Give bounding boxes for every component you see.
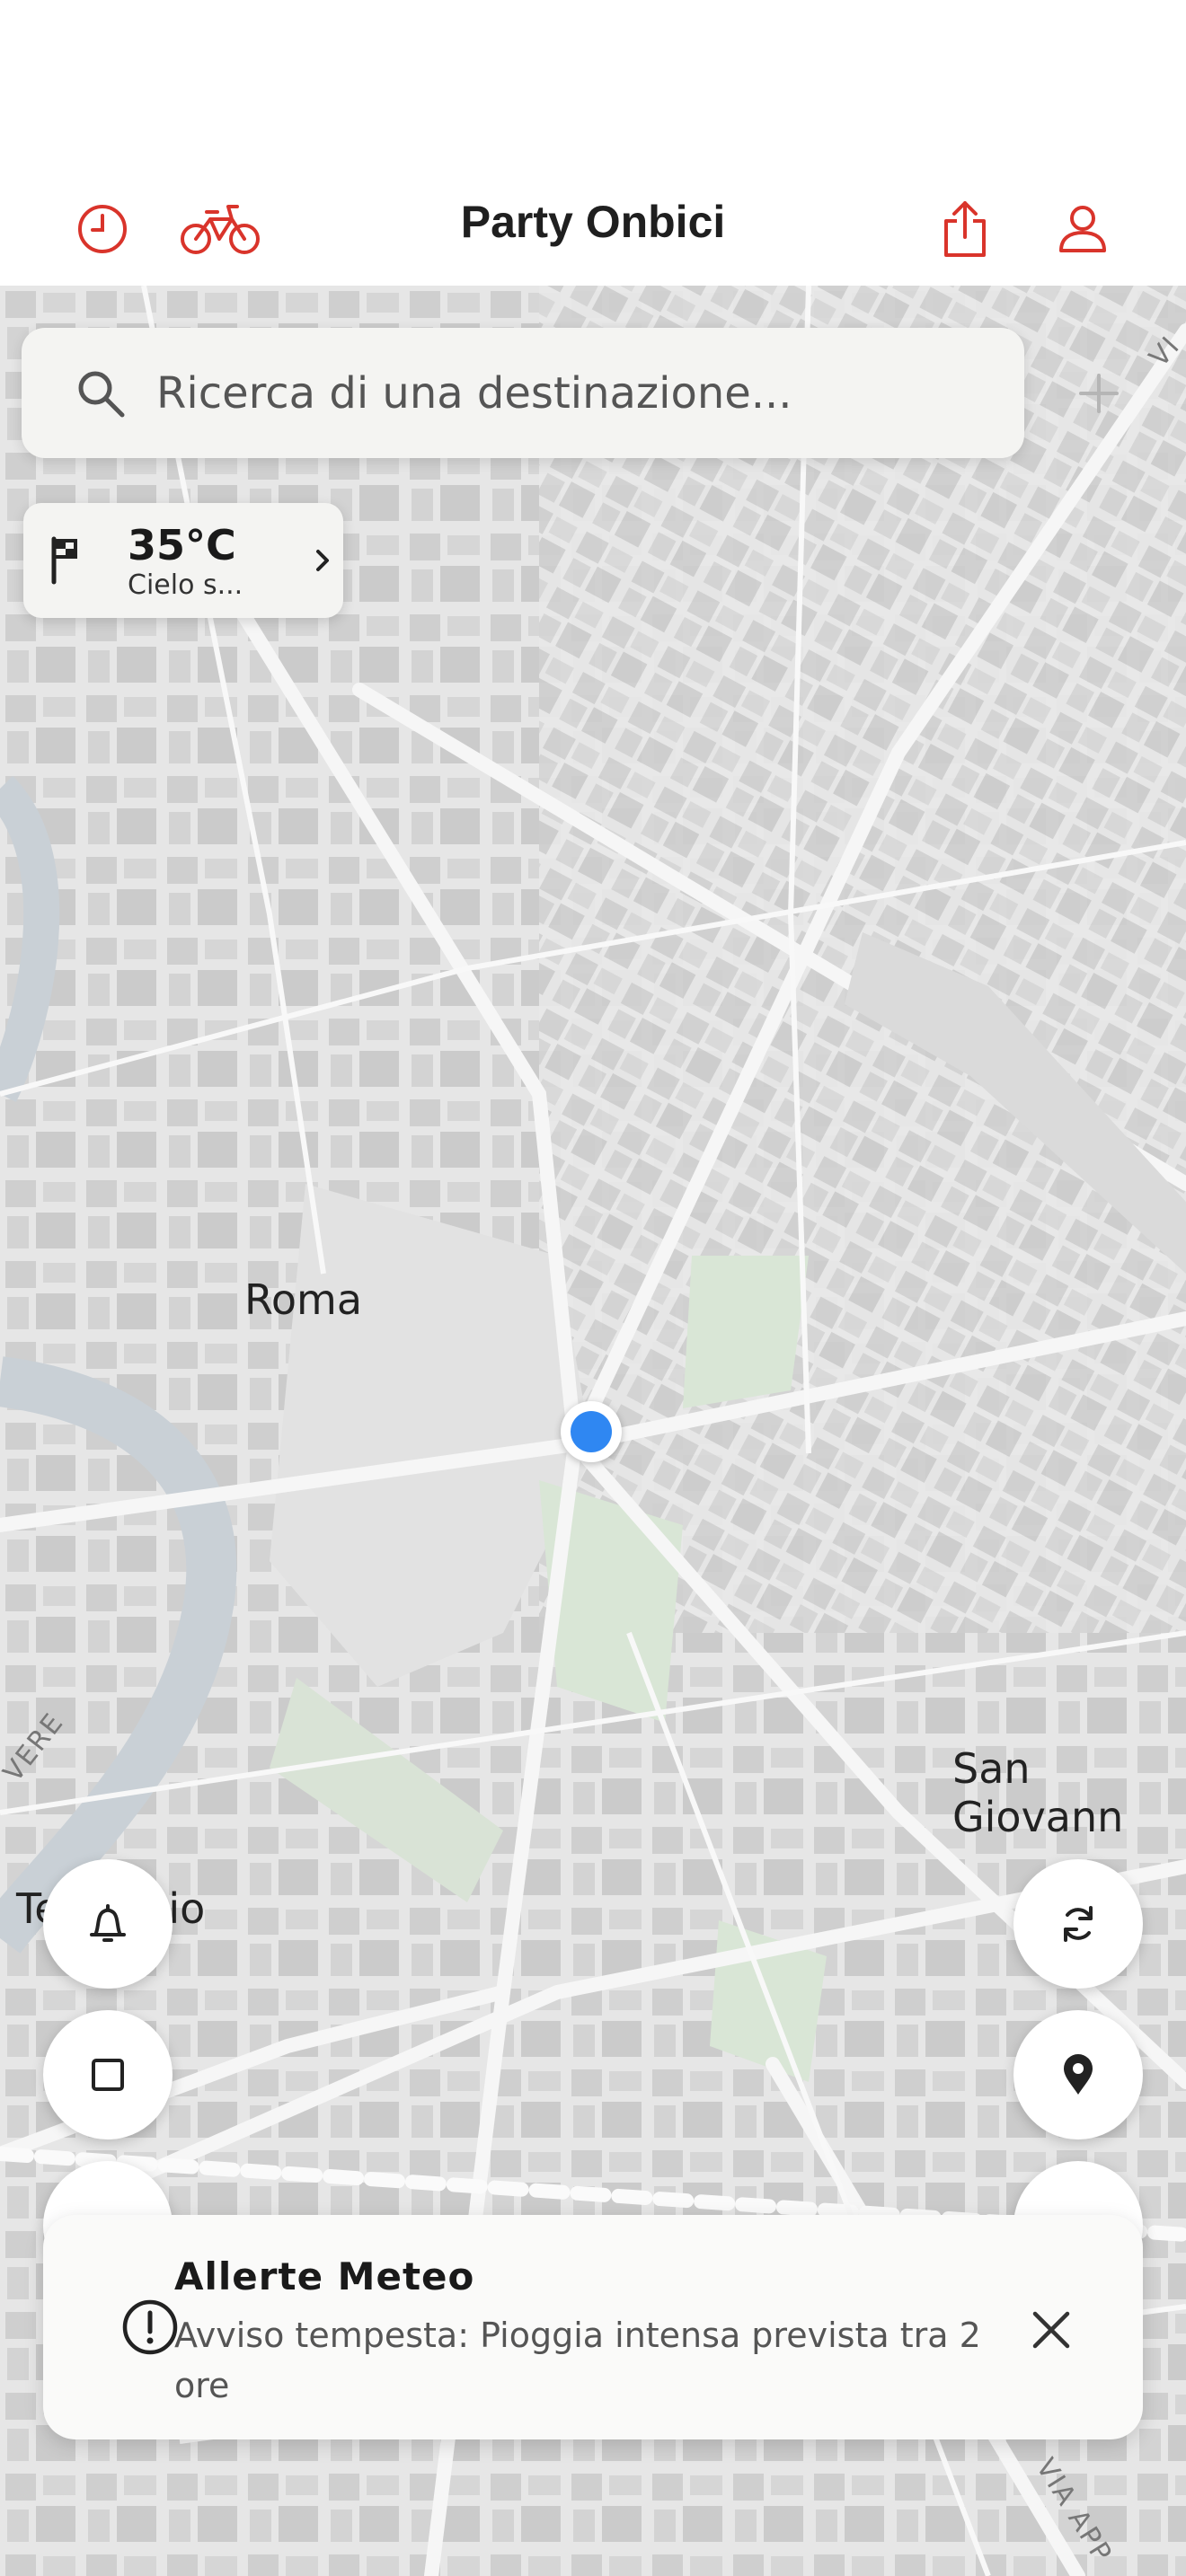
search-bar[interactable]: Ricerca di una destinazione... (22, 328, 1024, 458)
add-icon[interactable] (1074, 368, 1124, 419)
alert-title: Allerte Meteo (174, 2254, 475, 2298)
alert-message: Avviso tempesta: Pioggia intensa previst… (174, 2316, 981, 2405)
weather-condition: Cielo s... (128, 569, 243, 601)
search-input[interactable]: Ricerca di una destinazione... (156, 368, 792, 419)
weather-chip[interactable]: 35°C Cielo s... (23, 503, 343, 618)
map-label-roma: Roma (244, 1275, 363, 1324)
location-pin-icon (1064, 2054, 1093, 2095)
chevron-right-icon (316, 550, 329, 571)
map-label-san-giovanni: San Giovann (952, 1744, 1124, 1841)
share-button[interactable] (920, 184, 1010, 274)
bell-icon (90, 1904, 126, 1942)
weather-temperature: 35°C (128, 521, 236, 569)
weather-alert-card: Allerte Meteo Avviso tempesta: Pioggia i… (43, 2215, 1143, 2439)
share-icon (944, 201, 986, 257)
profile-icon (1059, 206, 1106, 252)
stop-button[interactable] (43, 2010, 173, 2139)
location-button[interactable] (1013, 2010, 1143, 2139)
refresh-button[interactable] (1013, 1859, 1143, 1989)
refresh-icon (1064, 1906, 1093, 1942)
profile-button[interactable] (1038, 184, 1128, 274)
stop-square-icon (92, 2059, 124, 2091)
close-icon[interactable] (1024, 2303, 1078, 2357)
flag-icon (51, 536, 77, 585)
notifications-button[interactable] (43, 1859, 173, 1989)
alert-icon (122, 2299, 178, 2355)
search-icon (78, 371, 125, 417)
user-location-dot (561, 1401, 622, 1462)
app-header: Party Onbici (0, 0, 1186, 286)
